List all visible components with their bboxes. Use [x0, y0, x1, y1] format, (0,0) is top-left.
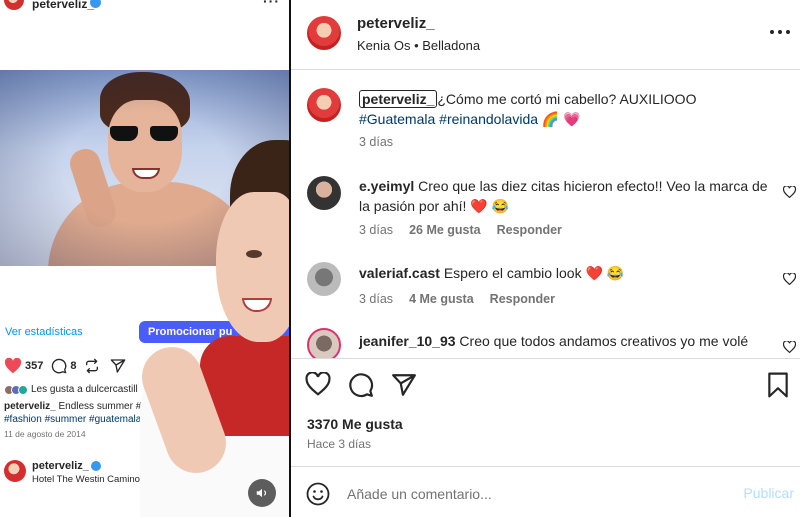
- liked-by-line[interactable]: Les gusta a dulcercastill: [4, 384, 138, 395]
- mini-caption-user[interactable]: peterveliz_: [4, 401, 56, 412]
- hashtag-link[interactable]: #Guatemala: [359, 111, 435, 127]
- caption-time: 3 días: [359, 135, 394, 149]
- avatar[interactable]: [307, 88, 341, 122]
- avatar[interactable]: [307, 262, 341, 296]
- post-action-bar: [305, 372, 795, 400]
- view-insights-link[interactable]: Ver estadísticas: [5, 326, 83, 338]
- comment-username[interactable]: jeanifer_10_93: [359, 333, 456, 349]
- caption-username[interactable]: peterveliz_: [359, 90, 438, 108]
- liker-avatar: [18, 384, 28, 395]
- mini-comments-count: 8: [70, 360, 77, 372]
- comment-username[interactable]: e.yeimyl: [359, 178, 414, 194]
- comment-icon[interactable]: [51, 358, 67, 374]
- avatar: [4, 0, 24, 10]
- heart-filled-icon[interactable]: [4, 358, 22, 374]
- like-comment-icon[interactable]: [783, 273, 796, 285]
- location-username[interactable]: peterveliz_: [32, 460, 89, 472]
- comment-icon[interactable]: [348, 372, 374, 398]
- divider: [291, 358, 800, 359]
- like-comment-icon[interactable]: [783, 341, 796, 353]
- like-icon[interactable]: [305, 372, 331, 396]
- save-bookmark-icon[interactable]: [767, 372, 789, 398]
- more-options-icon[interactable]: ···: [263, 0, 280, 9]
- video-top-bar: peterveliz_ ···: [0, 0, 290, 11]
- comment-item: e.yeimyl Creo que las diez citas hiciero…: [291, 176, 800, 246]
- video-overlay-panel[interactable]: peterveliz_ ··· Ver estadísticas Promoci…: [0, 0, 290, 517]
- mini-action-bar: 357 8: [4, 356, 126, 376]
- mini-caption-text: Endless summer #s: [58, 401, 147, 412]
- comment-likes[interactable]: 4 Me gusta: [409, 292, 474, 306]
- speaker-icon: [256, 488, 267, 498]
- post-detail-panel: peterveliz_ Kenia Os • Belladona peterve…: [291, 0, 800, 517]
- verified-badge-icon: [90, 0, 101, 8]
- comment-username[interactable]: valeriaf.cast: [359, 265, 440, 281]
- divider: [291, 466, 800, 467]
- caption-emojis: 🌈 💗: [541, 111, 581, 127]
- mini-likes-count: 357: [25, 360, 44, 372]
- divider: [291, 69, 800, 70]
- more-options-icon[interactable]: [770, 24, 790, 40]
- avatar[interactable]: [307, 16, 341, 50]
- comment-time: 3 días: [359, 292, 394, 306]
- comment-text: Creo que todos andamos creativos yo me v…: [459, 333, 749, 349]
- reply-button[interactable]: Responder: [490, 292, 555, 306]
- comment-likes[interactable]: 26 Me gusta: [409, 223, 481, 237]
- mini-caption-tags[interactable]: #fashion #summer #guatemala: [4, 414, 141, 425]
- creator-facecam: [133, 140, 290, 517]
- comment-text: Creo que las diez citas hicieron efecto!…: [359, 178, 768, 214]
- location-name[interactable]: Hotel The Westin Camino: [32, 474, 140, 485]
- verified-badge-icon: [91, 461, 101, 471]
- comment-item: valeriaf.cast Espero el cambio look ❤️ 😂…: [291, 262, 800, 312]
- post-author-username[interactable]: peterveliz_: [357, 15, 435, 32]
- repost-icon[interactable]: [84, 358, 100, 374]
- avatar[interactable]: [4, 460, 26, 482]
- post-caption: peterveliz_ ¿Cómo me cortó mi cabello? AU…: [291, 88, 800, 158]
- post-time: Hace 3 días: [307, 437, 372, 451]
- comment-time: 3 días: [359, 223, 394, 237]
- emoji-icon[interactable]: [306, 482, 330, 506]
- mute-button[interactable]: [248, 479, 276, 507]
- comment-text: Espero el cambio look: [443, 265, 582, 281]
- mini-post-date: 11 de agosto de 2014: [4, 429, 86, 439]
- share-icon[interactable]: [391, 372, 417, 398]
- like-comment-icon[interactable]: [783, 186, 796, 198]
- comment-emojis: ❤️ 😂: [470, 198, 510, 214]
- share-icon[interactable]: [110, 358, 126, 374]
- comment-input[interactable]: [347, 483, 727, 505]
- likes-count[interactable]: 3370 Me gusta: [307, 416, 403, 432]
- hashtag-link[interactable]: #reinandolavida: [439, 111, 538, 127]
- reply-button[interactable]: Responder: [497, 223, 562, 237]
- avatar[interactable]: [307, 176, 341, 210]
- comment-emojis: ❤️ 😂: [585, 265, 625, 281]
- publish-button[interactable]: Publicar: [743, 485, 794, 501]
- avatar[interactable]: [307, 328, 341, 358]
- caption-text: ¿Cómo me cortó mi cabello? AUXILIOOO: [437, 91, 697, 107]
- comment-item: jeanifer_10_93 Creo que todos andamos cr…: [291, 328, 800, 358]
- post-audio-subtitle[interactable]: Kenia Os • Belladona: [357, 38, 480, 53]
- video-top-username: peterveliz_: [32, 0, 95, 11]
- liked-by-text: Les gusta a dulcercastill: [31, 384, 138, 395]
